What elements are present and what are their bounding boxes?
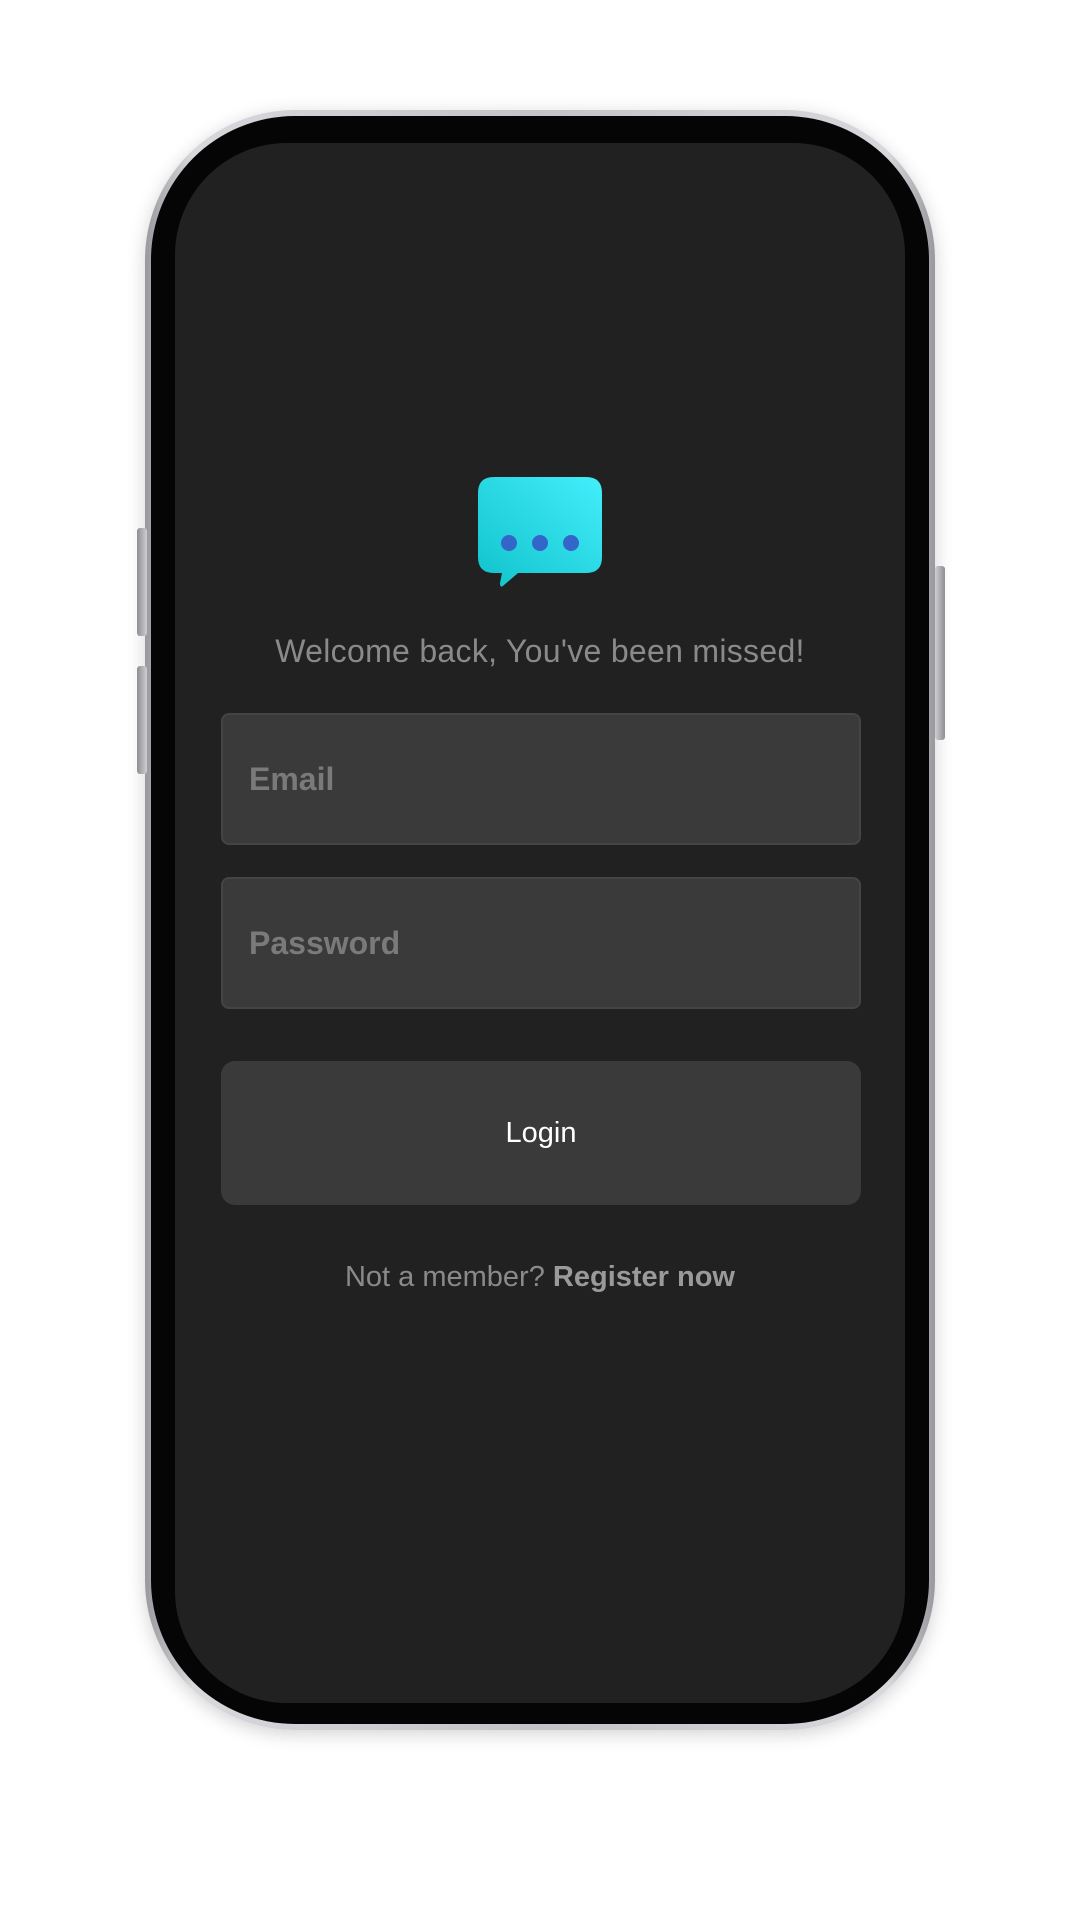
welcome-message: Welcome back, You've been missed! <box>275 633 805 669</box>
power-button <box>935 566 945 740</box>
dot-1 <box>501 535 517 551</box>
login-button[interactable]: Login <box>221 1061 861 1205</box>
email-field[interactable] <box>247 759 835 799</box>
volume-up-button <box>137 528 147 636</box>
register-now-link[interactable]: Register now <box>553 1261 735 1293</box>
dot-3 <box>563 535 579 551</box>
dot-2 <box>532 535 548 551</box>
email-field-container <box>221 713 861 845</box>
register-prompt: Not a member? Register now <box>175 1261 905 1294</box>
chat-bubble-icon <box>478 477 602 587</box>
password-field-container <box>221 877 861 1009</box>
phone-screen: Welcome back, You've been missed! Login … <box>175 143 905 1703</box>
not-member-text: Not a member? <box>344 1261 545 1293</box>
volume-down-button <box>137 666 147 774</box>
password-field[interactable] <box>247 923 835 963</box>
